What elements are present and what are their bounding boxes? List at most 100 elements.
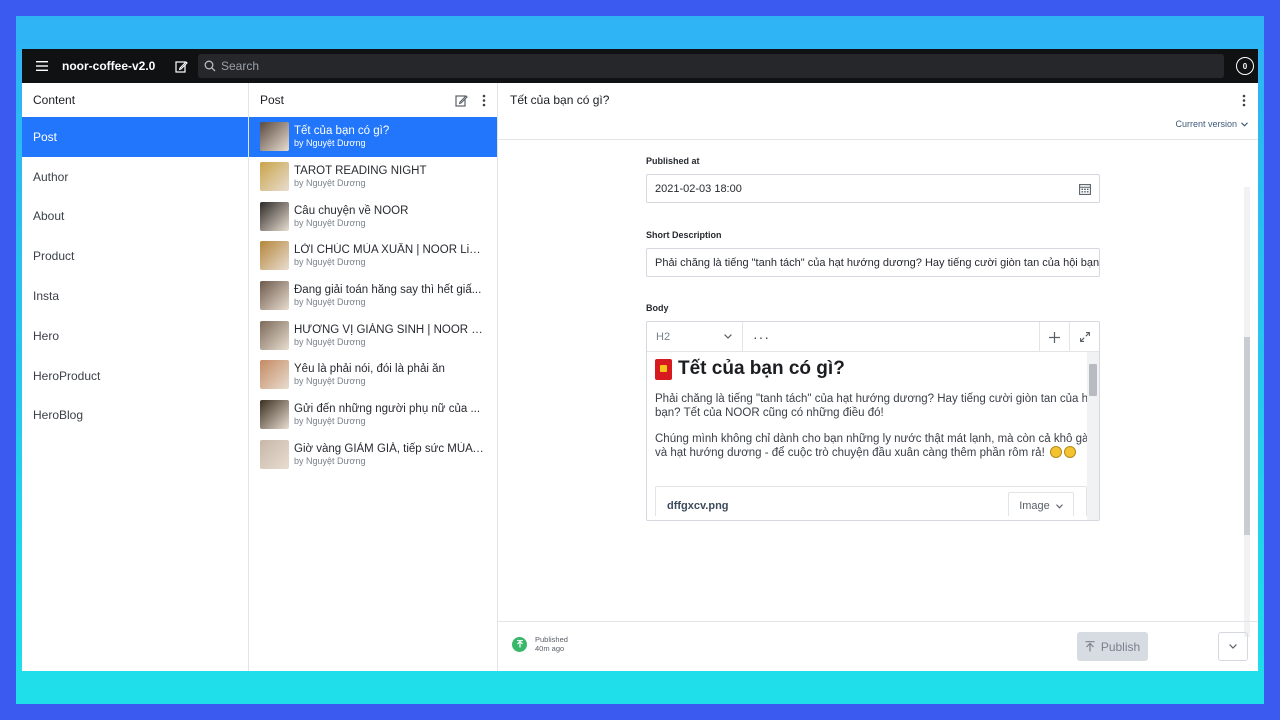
editor-heading-text: Tết của bạn có gì? bbox=[678, 358, 845, 379]
calendar-icon[interactable] bbox=[1079, 183, 1091, 195]
post-text: LỜI CHÚC MÙA XUÂN | NOOR Limi... by Nguyệ… bbox=[294, 243, 484, 268]
hamburger-menu-icon[interactable] bbox=[28, 49, 56, 83]
editor-heading: Tết của bạn có gì? bbox=[655, 358, 1087, 380]
post-list-item[interactable]: Câu chuyện về NOOR by Nguyệt Dương bbox=[249, 196, 497, 236]
app-title[interactable]: noor-coffee-v2.0 bbox=[62, 59, 155, 73]
editor-scroll-thumb[interactable] bbox=[1089, 364, 1097, 396]
content-type-about[interactable]: About bbox=[22, 197, 248, 237]
post-title: Giờ vàng GIẢM GIÁ, tiếp sức MÙA ... bbox=[294, 442, 484, 455]
post-title: Đang giải toán hăng say thì hết giấ... bbox=[294, 284, 482, 297]
body-label: Body bbox=[646, 303, 669, 313]
post-author: by Nguyệt Dương bbox=[294, 336, 366, 347]
post-list-item[interactable]: Gửi đến những người phụ nữ của ... by Ngu… bbox=[249, 395, 497, 435]
post-list-item[interactable]: Đang giải toán hăng say thì hết giấ... by… bbox=[249, 276, 497, 316]
post-list-item[interactable]: Giờ vàng GIẢM GIÁ, tiếp sức MÙA ... by Ng… bbox=[249, 435, 497, 475]
post-author: by Nguyệt Dương bbox=[294, 297, 366, 308]
post-text: Gửi đến những người phụ nữ của ... by Ngu… bbox=[294, 402, 484, 427]
publish-status: Published 40m ago bbox=[512, 635, 568, 653]
fullscreen-button[interactable] bbox=[1069, 322, 1099, 352]
document-scroll-thumb[interactable] bbox=[1244, 337, 1250, 535]
post-list-item[interactable]: TAROT READING NIGHT by Nguyệt Dương bbox=[249, 157, 497, 197]
editor-paragraph-2: Chúng mình không chỉ dành cho bạn những … bbox=[655, 432, 1087, 460]
post-pane: Post Tết của bạn có gì? by Nguyệt Dương TA… bbox=[249, 83, 498, 671]
studio-window: noor-coffee-v2.0 0 Content PostAuthorAbo… bbox=[22, 49, 1258, 671]
block-style-value: H2 bbox=[656, 330, 671, 343]
content-type-author[interactable]: Author bbox=[22, 157, 248, 197]
image-type-select[interactable]: Image bbox=[1008, 492, 1074, 516]
post-thumbnail bbox=[260, 439, 289, 469]
post-author: by Nguyệt Dương bbox=[294, 138, 366, 149]
published-at-field[interactable]: 2021-02-03 18:00 bbox=[646, 174, 1100, 203]
publish-button[interactable]: Publish bbox=[1077, 632, 1148, 661]
pane-menu-icon[interactable] bbox=[482, 94, 486, 107]
create-document-icon[interactable] bbox=[455, 94, 468, 107]
post-title: Câu chuyện về NOOR bbox=[294, 204, 409, 217]
content-pane-title: Content bbox=[33, 93, 76, 107]
post-title: Gửi đến những người phụ nữ của ... bbox=[294, 403, 481, 416]
content-type-list: Post Author About Product Insta Hero HeroProdu… bbox=[22, 117, 248, 435]
document-title: Tết của bạn có gì? bbox=[510, 93, 610, 107]
post-text: Đang giải toán hăng say thì hết giấ... by… bbox=[294, 283, 484, 308]
block-style-select[interactable]: H2 bbox=[647, 322, 743, 352]
document-scrollbar[interactable] bbox=[1244, 187, 1250, 637]
image-type-value: Image bbox=[1019, 500, 1050, 512]
editor-scrollbar[interactable] bbox=[1087, 352, 1099, 520]
publish-status-time: 40m ago bbox=[535, 644, 565, 653]
post-text: HƯƠNG VỊ GIÁNG SINH | NOOR Li... by Nguyệ… bbox=[294, 323, 484, 348]
publish-options-button[interactable] bbox=[1218, 632, 1248, 661]
header-divider bbox=[498, 139, 1258, 140]
body-editor[interactable]: H2 ··· Tết của bạn có gì? Phải chăng là … bbox=[646, 321, 1100, 521]
post-title: HƯƠNG VỊ GIÁNG SINH | NOOR Li... bbox=[294, 323, 484, 336]
content-pane: Content Post Author About Product Insta Hero H… bbox=[22, 83, 249, 671]
post-title: TAROT READING NIGHT bbox=[294, 165, 427, 178]
published-at-value: 2021-02-03 18:00 bbox=[655, 182, 742, 195]
document-menu-icon[interactable] bbox=[1242, 94, 1246, 107]
chevron-down-icon bbox=[1055, 503, 1063, 509]
paragraph-1-line-1: Phải chăng là tiếng "tanh tách" của hạt … bbox=[655, 393, 1087, 405]
search-input[interactable] bbox=[221, 59, 1121, 73]
editor-content[interactable]: Tết của bạn có gì? Phải chăng là tiếng "… bbox=[655, 358, 1087, 516]
content-type-hero[interactable]: Hero bbox=[22, 316, 248, 356]
content-type-product[interactable]: Product bbox=[22, 236, 248, 276]
post-author: by Nguyệt Dương bbox=[294, 217, 366, 228]
short-description-value: Phải chăng là tiếng "tanh tách" của hạt … bbox=[655, 256, 1100, 269]
post-thumbnail bbox=[260, 122, 289, 152]
post-thumbnail bbox=[260, 360, 289, 390]
editor-paragraph-1: Phải chăng là tiếng "tanh tách" của hạt … bbox=[655, 392, 1087, 420]
publish-label: Publish bbox=[1100, 639, 1141, 654]
content-type-heroproduct[interactable]: HeroProduct bbox=[22, 356, 248, 396]
image-block[interactable]: dffgxcv.png Image bbox=[655, 486, 1087, 516]
post-author: by Nguyệt Dương bbox=[294, 257, 366, 268]
search-icon bbox=[204, 60, 216, 72]
chevron-down-icon bbox=[724, 334, 732, 339]
post-list-item[interactable]: Yêu là phải nói, đói là phải ăn by Nguyệt… bbox=[249, 355, 497, 395]
paragraph-2-line-1: Chúng mình không chỉ dành cho bạn những … bbox=[655, 433, 1087, 445]
user-avatar[interactable]: 0 bbox=[1236, 57, 1254, 75]
short-description-label: Short Description bbox=[646, 230, 722, 240]
post-title: Yêu là phải nói, đói là phải ăn bbox=[294, 363, 445, 376]
chevron-down-icon bbox=[1229, 644, 1237, 649]
document-pane: Tết của bạn có gì? Current version Publi… bbox=[498, 83, 1258, 671]
version-selector[interactable]: Current version bbox=[1175, 119, 1248, 129]
post-thumbnail bbox=[260, 281, 289, 311]
post-author: by Nguyệt Dương bbox=[294, 376, 366, 387]
content-type-post[interactable]: Post bbox=[22, 117, 248, 157]
post-title: LỜI CHÚC MÙA XUÂN | NOOR Limi... bbox=[294, 244, 484, 257]
compose-icon[interactable] bbox=[171, 56, 191, 76]
post-list-item[interactable]: HƯƠNG VỊ GIÁNG SINH | NOOR Li... by Nguyệ… bbox=[249, 315, 497, 355]
post-list-item[interactable]: LỜI CHÚC MÙA XUÂN | NOOR Limi... by Nguyệ… bbox=[249, 236, 497, 276]
search-bar[interactable] bbox=[198, 54, 1224, 78]
post-list: Tết của bạn có gì? by Nguyệt Dương TAROT R… bbox=[249, 117, 497, 474]
post-title: Tết của bạn có gì? bbox=[294, 125, 390, 138]
post-text: Câu chuyện về NOOR by Nguyệt Dương bbox=[294, 204, 484, 229]
post-text: Yêu là phải nói, đói là phải ăn by Nguyệt… bbox=[294, 362, 484, 387]
content-type-insta[interactable]: Insta bbox=[22, 276, 248, 316]
post-author: by Nguyệt Dương bbox=[294, 178, 366, 189]
post-list-item[interactable]: Tết của bạn có gì? by Nguyệt Dương bbox=[249, 117, 497, 157]
more-options-icon[interactable]: ··· bbox=[753, 329, 770, 345]
paragraph-2-line-2: và hạt hướng dương - để cuộc trò chuyện … bbox=[655, 447, 1045, 459]
insert-block-button[interactable] bbox=[1039, 322, 1069, 352]
publish-status-label: Published bbox=[535, 635, 568, 644]
content-type-heroblog[interactable]: HeroBlog bbox=[22, 396, 248, 436]
short-description-field[interactable]: Phải chăng là tiếng "tanh tách" của hạt … bbox=[646, 248, 1100, 277]
